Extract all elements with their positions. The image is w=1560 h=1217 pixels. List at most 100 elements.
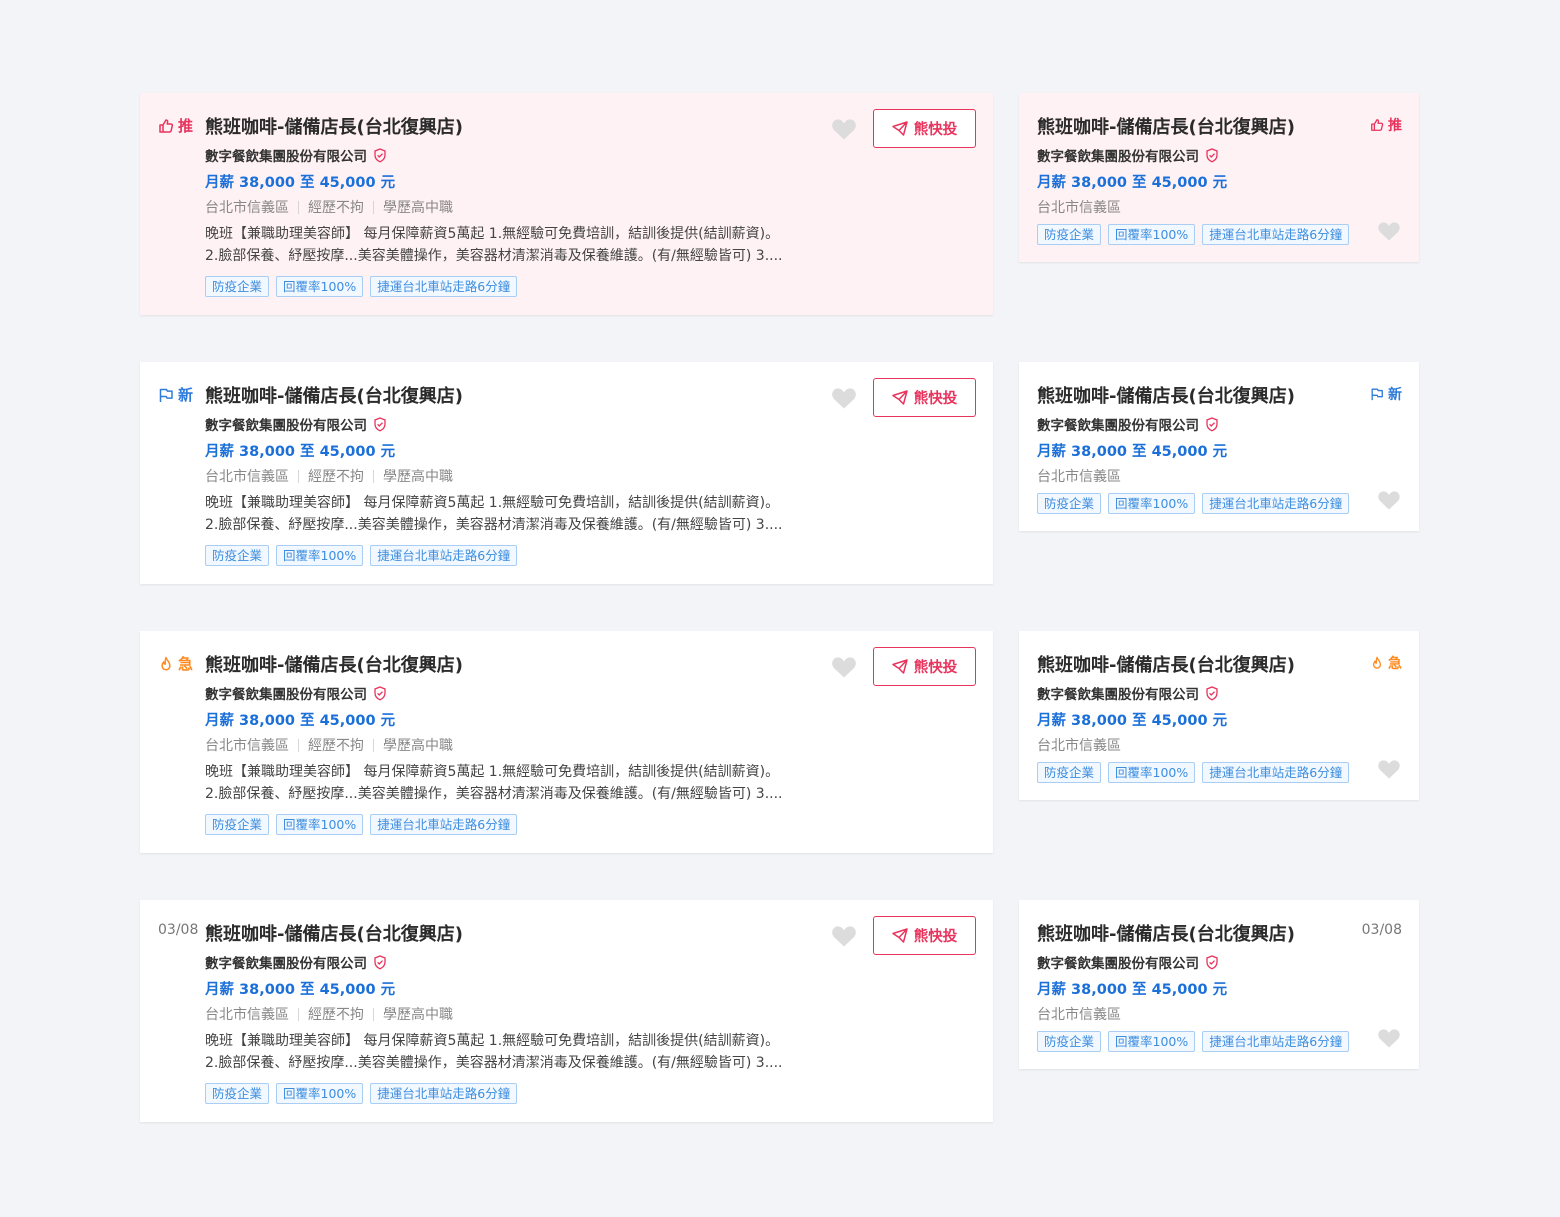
divider	[373, 738, 374, 752]
company-label: 數字餐飲集團股份有限公司	[205, 418, 367, 434]
divider	[373, 200, 374, 214]
recommended-label: 推	[1388, 118, 1402, 134]
desc-line: 2.臉部保養、紓壓按摩...美容美體操作，美容器材清潔消毒及保養維護。(有/無經…	[205, 517, 783, 533]
job-card-recommended-narrow[interactable]: 熊班咖啡-儲備店長(台北復興店) 推 數字餐飲集團股份有限公司 月薪 38,00…	[1019, 93, 1419, 262]
divider	[373, 1007, 374, 1021]
job-title[interactable]: 熊班咖啡-儲備店長(台北復興店)	[205, 382, 463, 408]
job-meta: 台北市信義區	[1037, 197, 1121, 217]
quick-apply-label: 熊快投	[913, 929, 958, 945]
quick-apply-button[interactable]: 熊快投	[873, 109, 976, 148]
job-title[interactable]: 熊班咖啡-儲備店長(台北復興店)	[1037, 651, 1295, 677]
education: 學歷高中職	[383, 1007, 453, 1023]
tag: 防疫企業	[1037, 762, 1102, 783]
job-description: 晚班【兼職助理美容師】 每月保障薪資5萬起 1.無經驗可免費培訓，結訓後提供(結…	[205, 1030, 815, 1074]
salary: 月薪 38,000 至 45,000 元	[205, 175, 396, 191]
quick-apply-label: 熊快投	[913, 391, 958, 407]
job-card-recommended-wide[interactable]: 推 熊班咖啡-儲備店長(台北復興店) 數字餐飲集團股份有限公司 月薪 38,00…	[140, 93, 993, 315]
company-label: 數字餐飲集團股份有限公司	[1037, 418, 1199, 434]
paper-plane-icon	[892, 928, 908, 943]
tag: 捷運台北車站走路6分鐘	[1202, 762, 1350, 783]
job-title[interactable]: 熊班咖啡-儲備店長(台北復興店)	[205, 113, 463, 139]
company-name[interactable]: 數字餐飲集團股份有限公司	[1037, 683, 1219, 703]
heart-icon[interactable]	[832, 119, 856, 144]
company-name[interactable]: 數字餐飲集團股份有限公司	[205, 952, 387, 972]
fire-icon	[1373, 656, 1381, 669]
quick-apply-button[interactable]: 熊快投	[873, 647, 976, 686]
desc-line: 2.臉部保養、紓壓按摩...美容美體操作，美容器材清潔消毒及保養維護。(有/無經…	[205, 248, 783, 264]
job-card-dated-narrow[interactable]: 熊班咖啡-儲備店長(台北復興店) 03/08 數字餐飲集團股份有限公司 月薪 3…	[1019, 900, 1419, 1069]
job-card-new-wide[interactable]: 新 熊班咖啡-儲備店長(台北復興店) 數字餐飲集團股份有限公司 月薪 38,00…	[140, 362, 993, 584]
job-title[interactable]: 熊班咖啡-儲備店長(台北復興店)	[1037, 382, 1295, 408]
location: 台北市信義區	[1037, 200, 1121, 216]
tag: 捷運台北車站走路6分鐘	[370, 276, 518, 297]
location: 台北市信義區	[1037, 469, 1121, 485]
tag: 防疫企業	[1037, 493, 1102, 514]
tag: 防疫企業	[205, 1083, 270, 1104]
company-name[interactable]: 數字餐飲集團股份有限公司	[205, 145, 387, 165]
company-name[interactable]: 數字餐飲集團股份有限公司	[1037, 414, 1219, 434]
flag-icon	[159, 388, 173, 402]
heart-icon[interactable]	[1378, 1029, 1400, 1052]
flag-icon	[1371, 388, 1383, 401]
job-title[interactable]: 熊班咖啡-儲備店長(台北復興店)	[1037, 920, 1295, 946]
company-label: 數字餐飲集團股份有限公司	[1037, 149, 1199, 165]
tag: 捷運台北車站走路6分鐘	[1202, 493, 1350, 514]
heart-icon[interactable]	[832, 657, 856, 682]
experience: 經歷不拘	[308, 200, 364, 216]
job-card-new-narrow[interactable]: 熊班咖啡-儲備店長(台北復興店) 新 數字餐飲集團股份有限公司 月薪 38,00…	[1019, 362, 1419, 531]
tag: 回覆率100%	[1108, 224, 1196, 245]
quick-apply-label: 熊快投	[913, 122, 958, 138]
company-name[interactable]: 數字餐飲集團股份有限公司	[1037, 145, 1219, 165]
new-badge: 新	[1370, 384, 1402, 404]
job-title[interactable]: 熊班咖啡-儲備店長(台北復興店)	[205, 651, 463, 677]
experience: 經歷不拘	[308, 738, 364, 754]
shield-check-icon	[374, 685, 386, 701]
heart-icon[interactable]	[1378, 491, 1400, 514]
job-meta: 台北市信義區	[1037, 1004, 1121, 1024]
heart-icon[interactable]	[832, 926, 856, 951]
tag: 捷運台北車站走路6分鐘	[370, 814, 518, 835]
tag-list: 防疫企業 回覆率100% 捷運台北車站走路6分鐘	[205, 1083, 518, 1104]
tag: 回覆率100%	[276, 1083, 364, 1104]
job-card-dated-wide[interactable]: 03/08 熊班咖啡-儲備店長(台北復興店) 數字餐飲集團股份有限公司 月薪 3…	[140, 900, 993, 1122]
tag-list: 防疫企業 回覆率100% 捷運台北車站走路6分鐘	[205, 276, 518, 297]
job-card-urgent-narrow[interactable]: 熊班咖啡-儲備店長(台北復興店) 急 數字餐飲集團股份有限公司 月薪 38,00…	[1019, 631, 1419, 800]
salary: 月薪 38,000 至 45,000 元	[1037, 444, 1228, 460]
shield-check-icon	[1206, 954, 1218, 970]
shield-check-icon	[1206, 147, 1218, 163]
fire-icon	[161, 656, 171, 671]
job-description: 晚班【兼職助理美容師】 每月保障薪資5萬起 1.無經驗可免費培訓，結訓後提供(結…	[205, 223, 815, 267]
salary: 月薪 38,000 至 45,000 元	[205, 713, 396, 729]
new-label: 新	[1388, 387, 1402, 403]
location: 台北市信義區	[205, 1007, 289, 1023]
heart-icon[interactable]	[832, 388, 856, 413]
company-name[interactable]: 數字餐飲集團股份有限公司	[205, 683, 387, 703]
location: 台北市信義區	[205, 200, 289, 216]
quick-apply-button[interactable]: 熊快投	[873, 378, 976, 417]
heart-icon[interactable]	[1378, 760, 1400, 783]
job-description: 晚班【兼職助理美容師】 每月保障薪資5萬起 1.無經驗可免費培訓，結訓後提供(結…	[205, 492, 815, 536]
tag: 防疫企業	[1037, 1031, 1102, 1052]
urgent-badge: 急	[158, 653, 193, 674]
company-name[interactable]: 數字餐飲集團股份有限公司	[1037, 952, 1219, 972]
job-meta: 台北市信義區 經歷不拘 學歷高中職	[205, 466, 453, 486]
recommended-badge: 推	[158, 115, 193, 136]
job-title[interactable]: 熊班咖啡-儲備店長(台北復興店)	[205, 920, 463, 946]
quick-apply-button[interactable]: 熊快投	[873, 916, 976, 955]
salary: 月薪 38,000 至 45,000 元	[205, 444, 396, 460]
tag-list: 防疫企業 回覆率100% 捷運台北車站走路6分鐘	[205, 814, 518, 835]
job-title[interactable]: 熊班咖啡-儲備店長(台北復興店)	[1037, 113, 1295, 139]
urgent-label: 急	[178, 655, 194, 673]
paper-plane-icon	[892, 659, 908, 674]
thumbs-up-icon	[159, 118, 174, 133]
shield-check-icon	[374, 147, 386, 163]
heart-icon[interactable]	[1378, 222, 1400, 245]
company-name[interactable]: 數字餐飲集團股份有限公司	[205, 414, 387, 434]
job-meta: 台北市信義區	[1037, 466, 1121, 486]
salary: 月薪 38,000 至 45,000 元	[1037, 713, 1228, 729]
salary: 月薪 38,000 至 45,000 元	[1037, 175, 1228, 191]
tag: 回覆率100%	[1108, 493, 1196, 514]
job-card-urgent-wide[interactable]: 急 熊班咖啡-儲備店長(台北復興店) 數字餐飲集團股份有限公司 月薪 38,00…	[140, 631, 993, 853]
quick-apply-label: 熊快投	[913, 660, 958, 676]
company-label: 數字餐飲集團股份有限公司	[1037, 687, 1199, 703]
